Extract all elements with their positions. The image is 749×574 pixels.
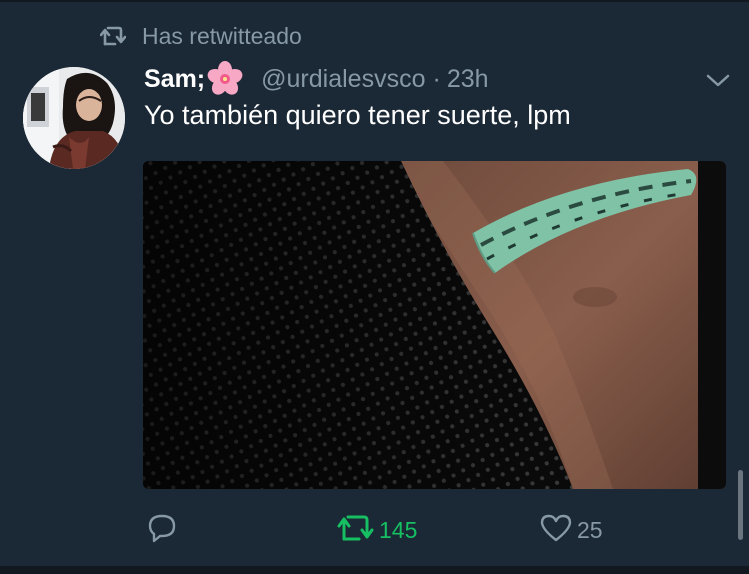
tweet-photo[interactable] — [143, 161, 726, 489]
reply-icon — [146, 512, 178, 549]
retweet-count: 145 — [379, 516, 418, 543]
retweet-context-label: Has retwitteado — [142, 22, 302, 49]
top-divider — [0, 0, 749, 2]
like-count: 25 — [577, 516, 603, 543]
tweet-card[interactable]: Has retwitteado Sam; @urdialesvsco · 23h… — [0, 0, 749, 574]
tweet-actions: 145 25 — [144, 508, 704, 552]
cherry-blossom-icon — [207, 61, 243, 97]
retweet-context-icon — [100, 25, 126, 47]
bottom-divider — [0, 566, 749, 574]
like-button[interactable]: 25 — [539, 508, 603, 552]
header-separator: · — [432, 64, 441, 93]
scrollbar[interactable] — [738, 470, 743, 540]
reply-button[interactable] — [146, 508, 182, 552]
tweet-text: Yo también quiero tener suerte, lpm — [144, 100, 571, 130]
author-name[interactable]: Sam; — [144, 65, 205, 94]
tweet-header: Sam; @urdialesvsco · 23h — [144, 60, 489, 98]
retweet-icon — [337, 513, 375, 548]
chevron-down-icon[interactable] — [704, 68, 732, 92]
tweet-timestamp[interactable]: 23h — [447, 65, 489, 94]
heart-icon — [539, 512, 573, 549]
retweet-button[interactable]: 145 — [337, 508, 417, 552]
author-handle[interactable]: @urdialesvsco — [261, 65, 425, 94]
avatar[interactable] — [23, 67, 125, 169]
retweet-context: Has retwitteado — [100, 20, 302, 52]
